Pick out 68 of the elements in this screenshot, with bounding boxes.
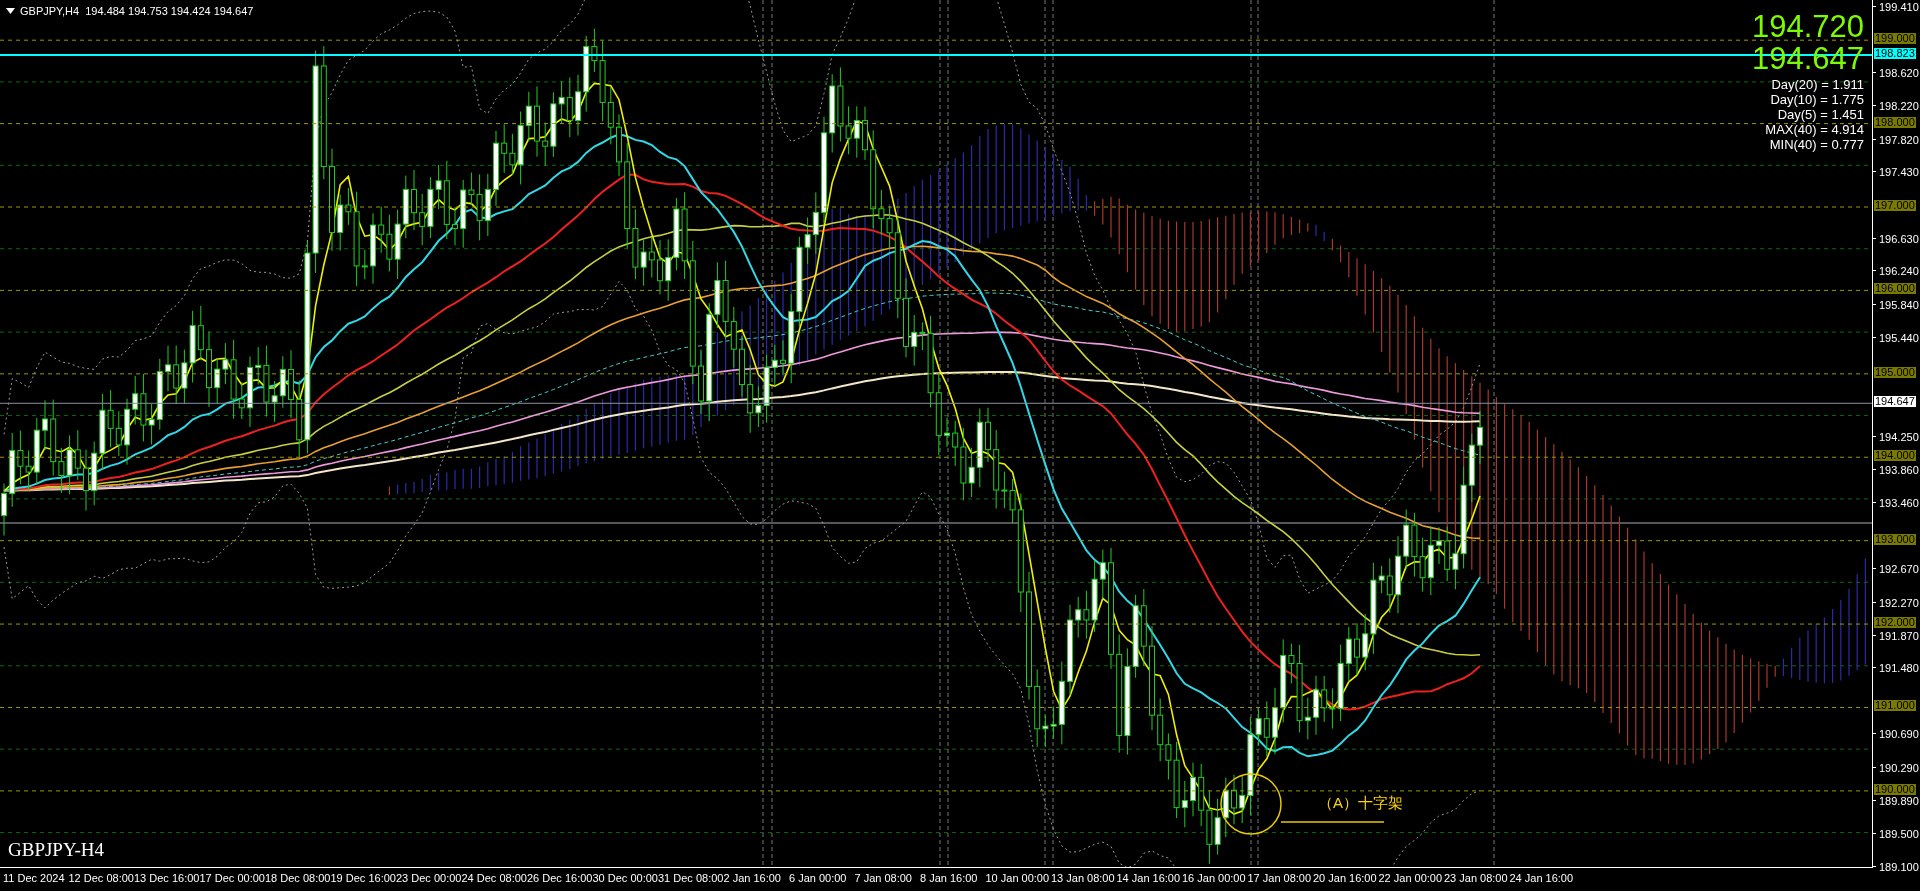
price-tick-label: 197.430 bbox=[1879, 166, 1919, 179]
statistic-text: MIN(40) = 0.777 bbox=[1769, 137, 1864, 152]
price-tick-label: 189.500 bbox=[1879, 827, 1919, 840]
price-tick-label: 198.620 bbox=[1879, 66, 1919, 79]
price-tick-label: 194.250 bbox=[1879, 431, 1919, 444]
time-tick-label: 16 Jan 00:00 bbox=[1182, 871, 1247, 886]
price-tick-label: 195.840 bbox=[1879, 298, 1919, 311]
statistic-text: Day(5) = 1.451 bbox=[1777, 107, 1864, 122]
price-tick-label: 191.870 bbox=[1879, 629, 1919, 642]
price-tick-label: 196.630 bbox=[1879, 232, 1919, 245]
price-tick-label: 198.220 bbox=[1879, 100, 1919, 113]
statistic-text: Day(20) = 1.911 bbox=[1771, 77, 1864, 92]
annotation-text: （A）十字架 bbox=[1318, 793, 1403, 813]
price-tick-label: 195.440 bbox=[1879, 332, 1919, 345]
time-tick-label: 6 Jan 00:00 bbox=[789, 871, 848, 886]
price-tick-label: 191.480 bbox=[1879, 662, 1919, 675]
price-level-label: 199.000 bbox=[1874, 33, 1916, 45]
dropdown-triangle-icon[interactable] bbox=[6, 8, 15, 15]
price-level-label: 198.000 bbox=[1874, 116, 1916, 128]
time-tick-label: 24 Dec 08:00 bbox=[461, 871, 527, 886]
price-tick-label: 196.240 bbox=[1879, 265, 1919, 278]
price-tick-label: 193.460 bbox=[1879, 497, 1919, 510]
time-tick-label: 24 Jan 16:00 bbox=[1509, 871, 1575, 886]
time-tick-label: 2 Jan 16:00 bbox=[723, 871, 782, 886]
price-level-label: 196.000 bbox=[1874, 283, 1916, 295]
time-tick-label: 13 Dec 16:00 bbox=[134, 871, 200, 886]
price-tick-label: 190.290 bbox=[1879, 761, 1919, 774]
price-tick-label: 189.890 bbox=[1879, 795, 1919, 808]
time-tick-label: 10 Jan 00:00 bbox=[985, 871, 1051, 886]
time-tick-label: 18 Dec 08:00 bbox=[265, 871, 331, 886]
time-tick-label: 7 Jan 08:00 bbox=[854, 871, 913, 886]
time-tick-label: 17 Dec 00:00 bbox=[199, 871, 265, 886]
price-level-label: 194.000 bbox=[1874, 450, 1916, 462]
price-level-label: 197.000 bbox=[1874, 200, 1916, 211]
price-tick-label: 192.670 bbox=[1879, 563, 1919, 576]
time-tick-label: 23 Jan 08:00 bbox=[1444, 871, 1509, 886]
price-level-label: 190.000 bbox=[1874, 783, 1916, 795]
time-tick-label: 26 Dec 16:00 bbox=[527, 871, 593, 886]
chart-label: GBPJPY-H4 bbox=[8, 838, 105, 862]
time-tick-label: 19 Dec 16:00 bbox=[330, 871, 396, 886]
statistic-text: MAX(40) = 4.914 bbox=[1765, 122, 1864, 137]
current-price-label: 194.647 bbox=[1874, 396, 1916, 408]
time-tick-label: 12 Dec 08:00 bbox=[68, 871, 134, 886]
time-tick-label: 31 Dec 08:00 bbox=[658, 871, 724, 886]
price-tick-label: 192.270 bbox=[1879, 596, 1919, 609]
price-level-label: 191.000 bbox=[1874, 700, 1916, 712]
price-tick-label: 199.410 bbox=[1879, 1, 1919, 13]
symbol-quote-text: GBPJPY,H4 194.484 194.753 194.424 194.647 bbox=[20, 4, 254, 19]
price-tick-label: 190.690 bbox=[1879, 728, 1919, 741]
time-tick-label: 17 Jan 08:00 bbox=[1247, 871, 1313, 886]
price-level-label: 193.000 bbox=[1874, 533, 1916, 545]
price-tick-label: 189.100 bbox=[1879, 860, 1919, 873]
time-tick-label: 8 Jan 16:00 bbox=[920, 871, 979, 886]
price-tick-label: 197.820 bbox=[1879, 133, 1919, 146]
price-level-label: 195.000 bbox=[1874, 366, 1916, 378]
ask-price: 194.720 bbox=[1751, 13, 1864, 41]
time-tick-label: 13 Jan 08:00 bbox=[1051, 871, 1116, 886]
time-tick-label: 23 Dec 00:00 bbox=[396, 871, 462, 886]
price-level-label: 192.000 bbox=[1874, 617, 1916, 629]
time-tick-label: 14 Jan 16:00 bbox=[1116, 871, 1182, 886]
price-level-label: 198.823 bbox=[1874, 47, 1916, 59]
time-tick-label: 22 Jan 00:00 bbox=[1378, 871, 1444, 886]
statistic-text: Day(10) = 1.775 bbox=[1770, 92, 1864, 107]
time-tick-label: 20 Jan 16:00 bbox=[1313, 871, 1378, 886]
highlight-circle bbox=[1220, 773, 1282, 835]
time-tick-label: 30 Dec 00:00 bbox=[592, 871, 658, 886]
time-tick-label: 11 Dec 2024 bbox=[3, 871, 66, 886]
price-tick-label: 193.860 bbox=[1879, 463, 1919, 476]
